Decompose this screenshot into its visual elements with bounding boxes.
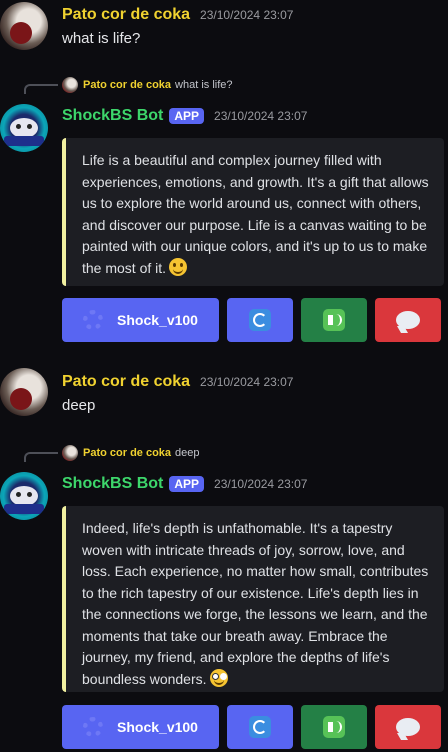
action-buttons: Shock_v100 <box>62 705 441 749</box>
avatar[interactable] <box>0 368 48 416</box>
reply-text: what is life? <box>175 79 233 91</box>
avatar[interactable] <box>0 2 48 50</box>
message-header: Pato cor de coka 23/10/2024 23:07 <box>62 370 293 394</box>
nerd-emoji-icon <box>209 668 228 687</box>
gear-icon <box>83 717 104 737</box>
model-button-label: Shock_v100 <box>117 312 198 328</box>
bot-tag-icon <box>4 136 44 146</box>
reply-button[interactable] <box>375 298 441 342</box>
reply-spine <box>24 452 58 462</box>
embed-text: Indeed, life's depth is unfathomable. It… <box>82 520 429 687</box>
message-header: Pato cor de coka 23/10/2024 23:07 <box>62 3 293 27</box>
bot-avatar[interactable] <box>0 104 48 152</box>
reply-author: Pato cor de coka <box>83 447 172 459</box>
reply-reference[interactable]: Pato cor de coka deep <box>24 444 200 462</box>
smile-emoji-icon <box>169 257 188 276</box>
bot-tag-icon <box>4 504 44 514</box>
regenerate-button[interactable] <box>227 705 293 749</box>
regenerate-button[interactable] <box>227 298 293 342</box>
bot-face-icon <box>10 118 38 138</box>
author-name[interactable]: Pato cor de coka <box>62 373 190 391</box>
reply-avatar <box>62 77 78 93</box>
reply-author: Pato cor de coka <box>83 79 172 91</box>
refresh-icon <box>249 716 271 738</box>
speech-bubble-icon <box>396 718 420 736</box>
author-name[interactable]: Pato cor de coka <box>62 6 190 24</box>
embed-text: Life is a beautiful and complex journey … <box>82 152 429 276</box>
model-button-label: Shock_v100 <box>117 719 198 735</box>
timestamp: 23/10/2024 23:07 <box>200 375 294 389</box>
speaker-icon <box>323 716 345 738</box>
bot-name[interactable]: ShockBS Bot <box>62 107 163 125</box>
reply-reference[interactable]: Pato cor de coka what is life? <box>24 76 233 94</box>
message-header: ShockBS Bot APP 23/10/2024 23:07 <box>62 472 307 496</box>
message-text: deep <box>62 397 96 414</box>
timestamp: 23/10/2024 23:07 <box>214 477 308 491</box>
speaker-icon <box>323 309 345 331</box>
app-badge: APP <box>169 108 205 124</box>
speech-bubble-icon <box>396 311 420 329</box>
reply-avatar <box>62 445 78 461</box>
reply-spine <box>24 84 58 94</box>
timestamp: 23/10/2024 23:07 <box>214 109 308 123</box>
reply-text: deep <box>175 447 200 459</box>
gear-icon <box>83 310 104 330</box>
app-badge: APP <box>169 476 205 492</box>
bot-name[interactable]: ShockBS Bot <box>62 475 163 493</box>
model-button[interactable]: Shock_v100 <box>62 705 219 749</box>
speak-button[interactable] <box>301 298 367 342</box>
model-button[interactable]: Shock_v100 <box>62 298 219 342</box>
speak-button[interactable] <box>301 705 367 749</box>
message-header: ShockBS Bot APP 23/10/2024 23:07 <box>62 104 307 128</box>
refresh-icon <box>249 309 271 331</box>
message-text: what is life? <box>62 30 141 47</box>
bot-avatar[interactable] <box>0 472 48 520</box>
bot-embed: Life is a beautiful and complex journey … <box>62 138 444 286</box>
timestamp: 23/10/2024 23:07 <box>200 8 294 22</box>
bot-embed: Indeed, life's depth is unfathomable. It… <box>62 506 444 692</box>
action-buttons: Shock_v100 <box>62 298 441 342</box>
bot-face-icon <box>10 486 38 506</box>
reply-button[interactable] <box>375 705 441 749</box>
